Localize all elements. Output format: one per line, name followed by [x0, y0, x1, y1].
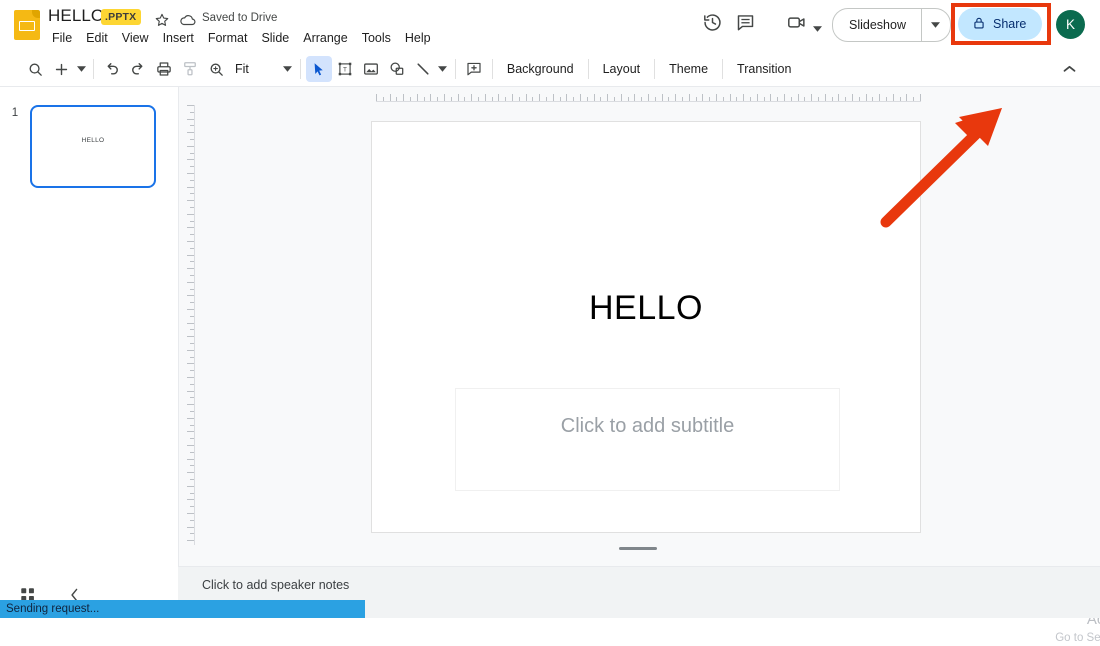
file-format-badge: .PPTX [101, 9, 142, 25]
toolbar-divider-6 [654, 59, 656, 79]
watermark-subtitle: Go to Settings to activate Windows. [1055, 632, 1100, 644]
background-button[interactable]: Background [498, 58, 583, 80]
toolbar-divider-3 [454, 59, 456, 79]
save-status-text: Saved to Drive [202, 12, 278, 24]
status-bar: Sending request... [0, 600, 365, 618]
share-button[interactable]: Share [958, 8, 1043, 40]
slide-number: 1 [11, 107, 19, 119]
toolbar: Fit T Background Layout Theme Transition [0, 52, 1100, 87]
document-title[interactable]: HELLO [48, 6, 104, 26]
toolbar-divider-5 [587, 59, 589, 79]
slide-filmstrip-panel: 1 HELLO [0, 87, 178, 571]
menu-item-arrange[interactable]: Arrange [297, 29, 353, 48]
menu-item-file[interactable]: File [46, 29, 78, 48]
chevron-up-icon[interactable] [1056, 56, 1082, 82]
redo-icon[interactable] [125, 56, 151, 82]
new-slide-chevron-down-icon[interactable] [74, 56, 88, 82]
top-bar: HELLO .PPTX Saved to Drive File Edit Vie… [0, 0, 1100, 52]
cloud-saved-icon[interactable] [179, 13, 197, 27]
toolbar-divider-1 [93, 59, 94, 79]
zoom-icon[interactable] [203, 56, 229, 82]
theme-button[interactable]: Theme [660, 58, 717, 80]
vertical-ruler[interactable] [180, 105, 195, 545]
toolbar-divider-2 [299, 59, 301, 79]
slide-thumbnail-title: HELLO [81, 137, 105, 144]
menu-item-insert[interactable]: Insert [157, 29, 200, 48]
speaker-notes-placeholder[interactable]: Click to add speaker notes [202, 578, 349, 592]
svg-text:T: T [343, 67, 347, 74]
slide-canvas[interactable]: HELLO Click to add subtitle [371, 121, 921, 533]
undo-icon[interactable] [99, 56, 125, 82]
version-history-icon[interactable] [702, 12, 724, 34]
paint-format-icon[interactable] [177, 56, 203, 82]
menu-item-view[interactable]: View [116, 29, 155, 48]
insert-image-icon[interactable] [358, 56, 384, 82]
star-icon[interactable] [154, 12, 170, 28]
line-chevron-down-icon[interactable] [436, 56, 450, 82]
select-arrow-icon[interactable] [305, 56, 332, 82]
filmstrip-slide-entry: 1 HELLO [0, 105, 178, 188]
video-camera-icon[interactable] [786, 12, 808, 34]
menu-item-tools[interactable]: Tools [356, 29, 397, 48]
toolbar-divider-7 [722, 59, 724, 79]
search-icon[interactable] [22, 56, 48, 82]
line-icon[interactable] [410, 56, 436, 82]
slide-title-text[interactable]: HELLO [372, 289, 920, 328]
new-slide-icon[interactable] [48, 56, 74, 82]
menu-item-slide[interactable]: Slide [255, 29, 295, 48]
menu-item-format[interactable]: Format [202, 29, 254, 48]
transition-button[interactable]: Transition [728, 58, 800, 80]
toolbar-divider-4 [491, 59, 493, 79]
menu-item-help[interactable]: Help [399, 29, 437, 48]
share-button-label: Share [993, 17, 1027, 31]
comment-add-icon[interactable] [461, 56, 487, 82]
subtitle-placeholder-box[interactable]: Click to add subtitle [455, 388, 840, 491]
notes-resize-handle[interactable] [619, 547, 657, 550]
slideshow-chevron-down-icon[interactable] [922, 9, 950, 41]
print-icon[interactable] [151, 56, 177, 82]
avatar[interactable]: K [1056, 10, 1085, 39]
zoom-level-value[interactable]: Fit [229, 62, 255, 76]
meet-chevron-down-icon[interactable] [813, 19, 822, 32]
menu-bar: File Edit View Insert Format Slide Arran… [46, 29, 437, 48]
logo-slide-rect [19, 21, 35, 31]
text-box-icon[interactable]: T [332, 56, 358, 82]
subtitle-placeholder-text: Click to add subtitle [560, 415, 735, 437]
lock-icon [972, 16, 986, 33]
slide-thumbnail-1[interactable]: HELLO [30, 105, 156, 188]
shape-icon[interactable] [384, 56, 410, 82]
slideshow-button[interactable]: Slideshow [833, 9, 921, 41]
horizontal-ruler[interactable] [376, 87, 921, 102]
vertical-ruler-baseline [194, 105, 195, 545]
google-slides-logo[interactable] [14, 10, 40, 40]
comment-icon[interactable] [735, 12, 757, 34]
horizontal-ruler-baseline [376, 101, 921, 102]
status-bar-message: Sending request... [6, 603, 100, 615]
slide-editor-area: HELLO Click to add subtitle Activate Win… [178, 87, 1100, 644]
menu-item-edit[interactable]: Edit [80, 29, 114, 48]
slideshow-button-group[interactable]: Slideshow [832, 8, 951, 42]
zoom-level-chevron-down-icon[interactable] [281, 56, 295, 82]
layout-button[interactable]: Layout [594, 58, 650, 80]
